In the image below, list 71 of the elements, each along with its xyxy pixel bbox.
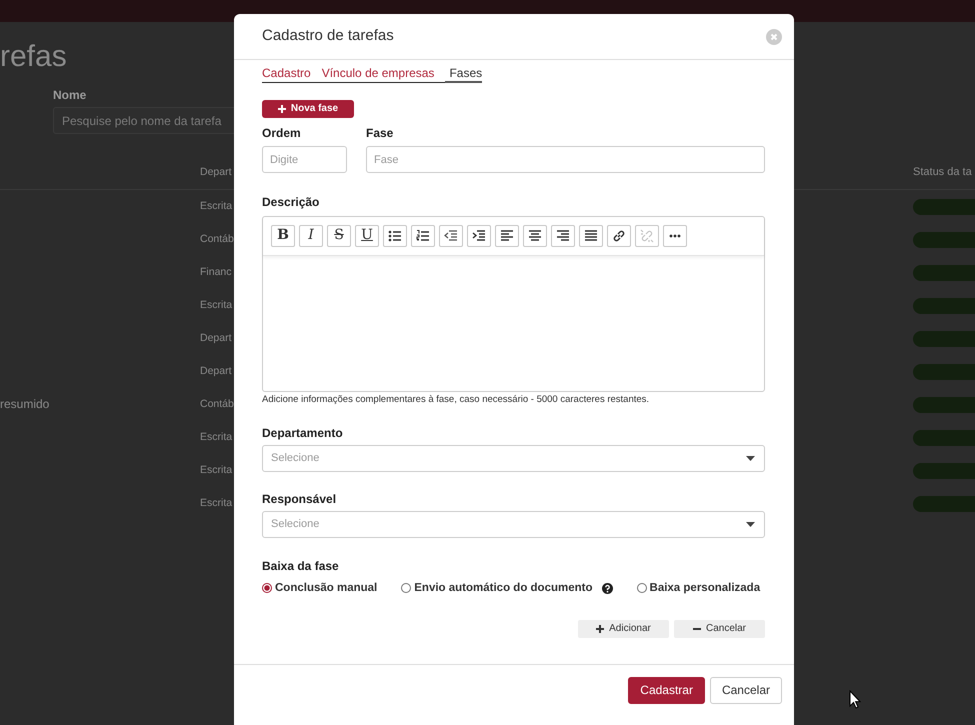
outdent-icon — [444, 228, 458, 243]
unlink-icon — [640, 228, 654, 243]
align-center-icon — [528, 228, 542, 243]
table-cell: resumido — [0, 397, 50, 411]
radio-button[interactable] — [262, 583, 272, 594]
table-cell: Escrita — [200, 298, 232, 311]
underline-button[interactable]: U — [355, 224, 379, 247]
plus-icon — [278, 105, 286, 113]
radio-label[interactable]: Envio automático do documento — [414, 580, 593, 596]
placeholder-text: Selecione — [271, 452, 320, 466]
indent-icon — [472, 228, 486, 243]
bold-button[interactable]: B — [271, 224, 295, 247]
plus-icon — [596, 625, 604, 634]
table-cell: Escrita — [200, 496, 232, 509]
placeholder-text: Selecione — [271, 518, 320, 532]
table-cell: Escrita — [200, 430, 232, 443]
table-cell: Escrita — [200, 464, 232, 476]
mouse-cursor-icon — [849, 690, 861, 709]
field-label: Baixa da fase — [262, 559, 340, 574]
field-label: Responsável — [262, 492, 338, 506]
cancel-button[interactable]: Cancelar — [710, 677, 782, 704]
cancel-button[interactable]: Cancelar — [674, 620, 765, 638]
new-phase-button[interactable]: Nova fase — [262, 100, 354, 118]
table-cell: Financ — [200, 266, 232, 278]
bullet-list-button[interactable] — [383, 224, 407, 247]
field-label: Ordem — [262, 126, 302, 140]
align-left-button[interactable] — [495, 224, 519, 247]
strikethrough-button[interactable]: S — [327, 224, 351, 247]
field-label: Fase — [366, 126, 394, 140]
column-header: Status da ta — [913, 166, 972, 178]
table-cell: Escrita — [200, 200, 232, 212]
radio-button[interactable] — [636, 583, 647, 594]
align-right-button[interactable] — [551, 224, 575, 247]
table-cell: Contáb — [200, 232, 234, 245]
caret-icon — [746, 456, 755, 462]
table-cell: Depart — [200, 332, 232, 344]
justify-button[interactable] — [579, 224, 603, 247]
modal-title: Cadastro de tarefas — [262, 27, 394, 46]
caret-icon — [746, 522, 755, 528]
field-label: Descrição — [262, 195, 320, 210]
italic-button[interactable]: I — [299, 224, 323, 247]
field-label: Nome — [53, 88, 88, 103]
bullet-list-icon — [388, 228, 402, 243]
helper-text: Adicione informações complementares à fase, caso necessário - 5000 caracteres restantes. — [262, 394, 650, 406]
link-button[interactable] — [607, 224, 631, 247]
link-icon — [612, 228, 626, 243]
tab[interactable]: Fases — [445, 66, 482, 83]
align-center-button[interactable] — [523, 224, 547, 247]
numbered-list-icon — [416, 228, 430, 243]
tab[interactable]: Cadastro — [262, 66, 322, 83]
more-button[interactable] — [663, 224, 687, 247]
align-right-icon — [556, 228, 570, 243]
radio-button[interactable] — [401, 583, 412, 594]
table-cell: Contáb — [200, 398, 234, 410]
numbered-list-button[interactable] — [411, 224, 435, 247]
close-icon — [766, 28, 782, 44]
tab[interactable]: Vínculo de empresas — [322, 66, 446, 83]
align-left-icon — [500, 228, 514, 243]
indent-button[interactable] — [467, 224, 491, 247]
justify-icon — [584, 228, 598, 243]
order-field[interactable]: Digite — [262, 146, 347, 174]
phase-field[interactable]: Fase — [366, 146, 765, 174]
field-label: Departamento — [262, 426, 344, 440]
submit-button[interactable]: Cadastrar — [628, 677, 705, 704]
outdent-button[interactable] — [439, 224, 463, 247]
page-title: refas — [0, 40, 67, 73]
table-cell: Depart — [200, 364, 232, 377]
radio-label[interactable]: Baixa personalizada — [650, 580, 760, 596]
column-header: Depart — [200, 166, 232, 178]
radio-label[interactable]: Conclusão manual — [275, 580, 378, 596]
add-button[interactable]: Adicionar — [578, 620, 669, 638]
